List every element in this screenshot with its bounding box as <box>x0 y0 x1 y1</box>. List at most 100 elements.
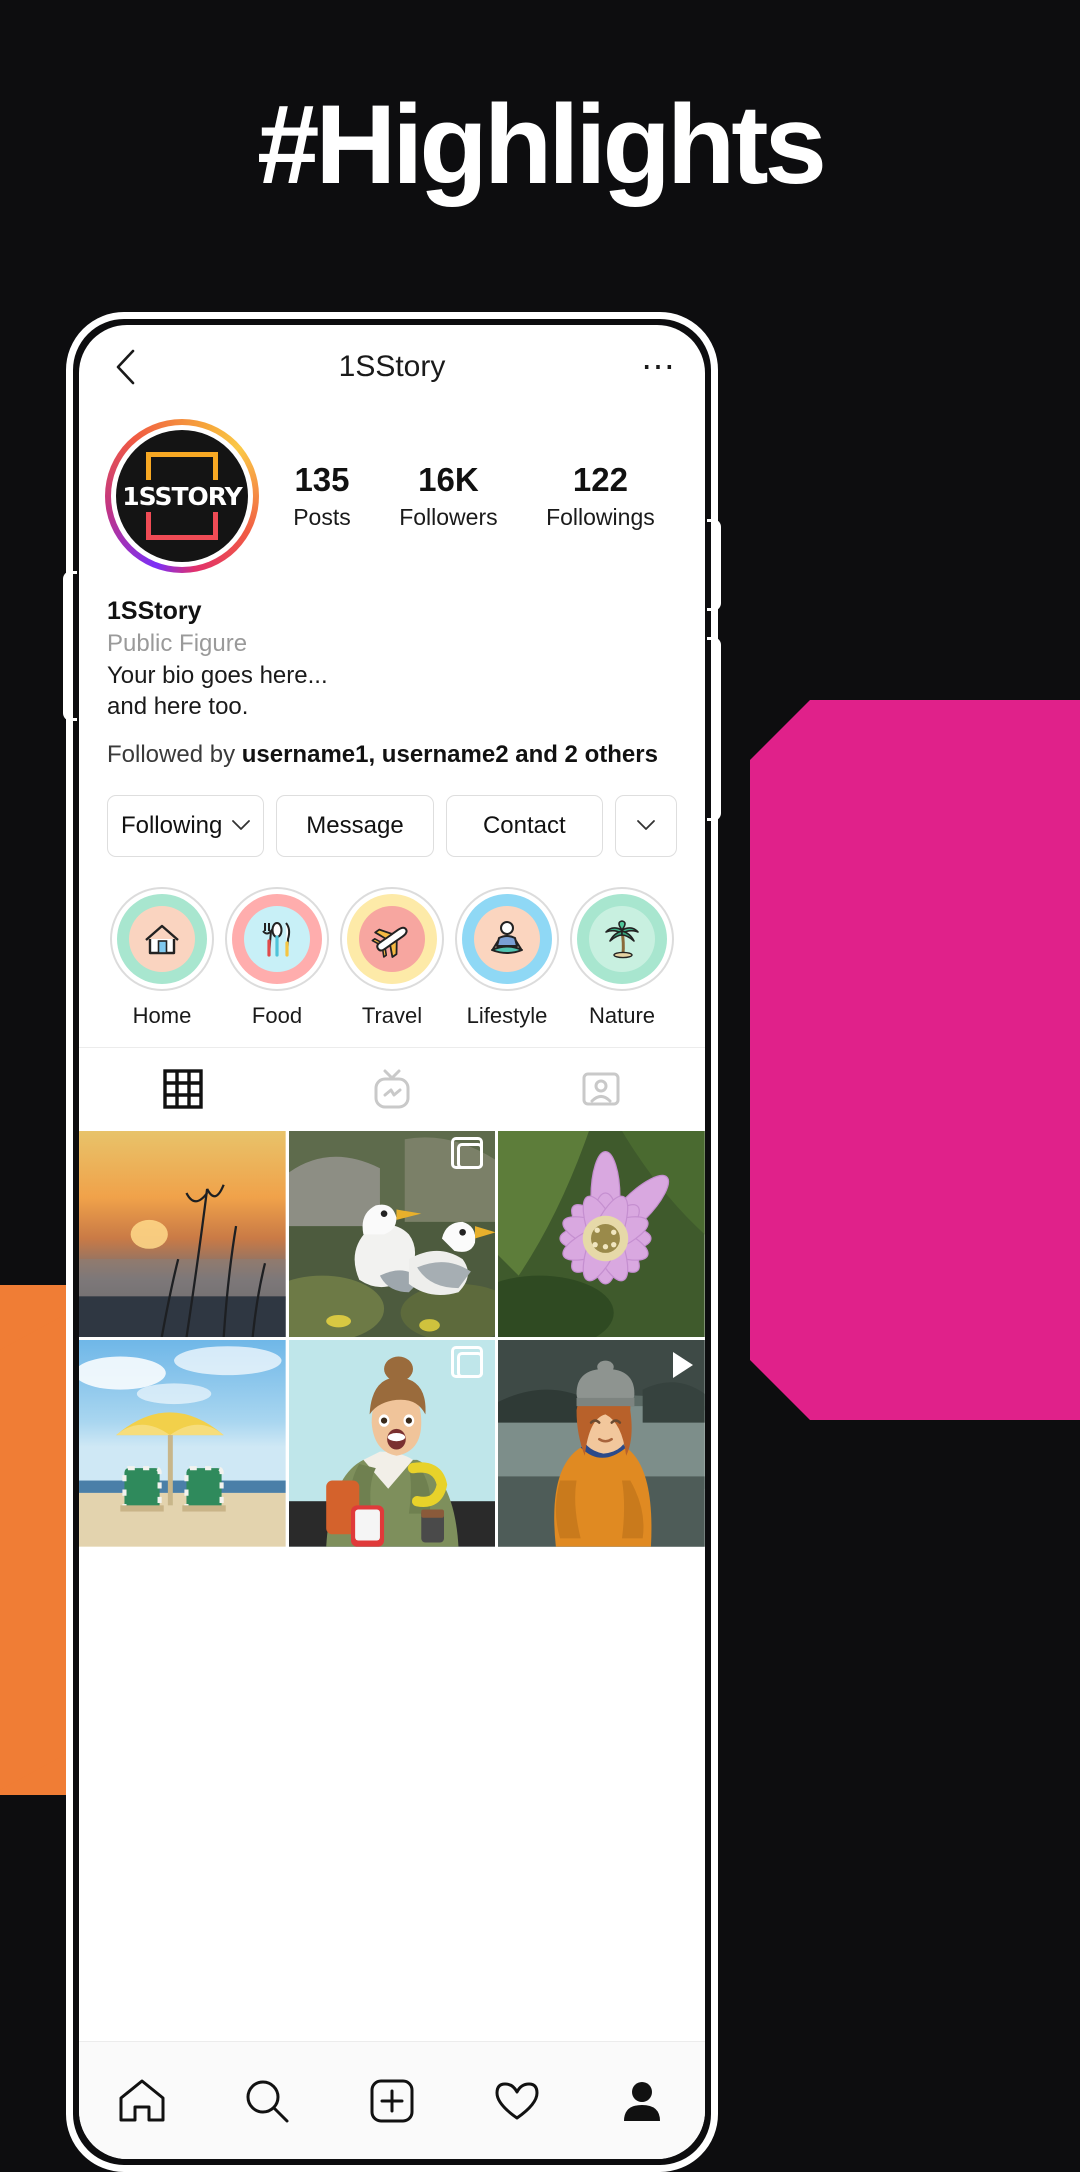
message-button-label: Message <box>306 811 404 839</box>
followed-by: Followed by username1, username2 and 2 o… <box>107 739 677 771</box>
play-video-icon <box>673 1352 693 1379</box>
logo-bracket-top <box>146 452 218 480</box>
stat-posts[interactable]: 135 Posts <box>293 461 351 531</box>
phone-screen: 1SStory ⋯ 1SSTORY 135 Posts 16K Follower… <box>79 325 705 2159</box>
bottom-navigation <box>79 2041 705 2159</box>
phone-side-button <box>707 637 721 821</box>
search-nav[interactable] <box>204 2075 329 2127</box>
stat-followings[interactable]: 122 Followings <box>546 461 655 531</box>
stat-followings-label: Followings <box>546 504 655 530</box>
woman-phone-photo[interactable] <box>288 1340 496 1548</box>
app-header: 1SStory ⋯ <box>79 325 705 409</box>
home-nav[interactable] <box>79 2075 204 2127</box>
purple-flower-photo[interactable] <box>498 1130 705 1338</box>
logo-bracket-bottom <box>146 512 218 540</box>
highlight-food[interactable]: Food <box>220 886 334 1029</box>
profile-category: Public Figure <box>107 630 248 657</box>
igtv-tab[interactable] <box>288 1067 497 1111</box>
highlight-ring <box>570 886 674 991</box>
profile-nav[interactable] <box>580 2075 705 2127</box>
stat-posts-value: 135 <box>294 461 350 498</box>
heart-icon <box>495 2082 539 2119</box>
highlight-outer <box>232 893 322 984</box>
profile-tabs <box>79 1046 705 1131</box>
message-button[interactable]: Message <box>276 794 434 857</box>
add-nav[interactable] <box>329 2075 454 2127</box>
home-icon <box>119 2079 165 2121</box>
highlight-lifestyle[interactable]: Lifestyle <box>450 886 564 1029</box>
profile-display-name: 1SStory <box>107 597 202 625</box>
profile-header: 1SSTORY 135 Posts 16K Followers 122 Foll… <box>79 409 705 573</box>
person-icon <box>624 2081 661 2121</box>
highlight-home[interactable]: Home <box>105 886 219 1029</box>
plus-box-icon <box>370 2079 414 2122</box>
following-button[interactable]: Following <box>107 794 265 857</box>
page-title: #Highlights <box>257 82 827 207</box>
app-title: 1SStory <box>338 350 446 383</box>
bio-line-1: Your bio goes here... <box>107 661 328 689</box>
stat-followings-value: 122 <box>572 461 628 498</box>
seagulls-photo[interactable] <box>288 1130 496 1338</box>
cutlery-icon <box>244 905 310 972</box>
phone-power-button <box>707 519 721 611</box>
profile-bio: 1SStory Public Figure Your bio goes here… <box>79 573 705 771</box>
highlight-outer <box>117 893 207 984</box>
highlight-label: Lifestyle <box>466 1002 548 1028</box>
multi-photo-icon <box>451 1136 484 1169</box>
igtv-icon <box>374 1069 410 1109</box>
highlight-ring <box>340 886 444 991</box>
highlight-label: Nature <box>588 1002 656 1028</box>
chevron-left-icon[interactable] <box>107 349 143 385</box>
grid-tab[interactable] <box>79 1067 288 1111</box>
meditation-icon <box>474 905 540 972</box>
profile-stats: 135 Posts 16K Followers 122 Followings <box>259 461 679 531</box>
stat-followers[interactable]: 16K Followers <box>399 461 497 531</box>
activity-nav[interactable] <box>455 2075 580 2127</box>
highlight-label: Food <box>251 1002 303 1028</box>
contact-button-label: Contact <box>482 811 566 839</box>
sunset-reeds-photo[interactable] <box>79 1130 286 1338</box>
highlight-outer <box>462 893 552 984</box>
multi-photo-icon <box>451 1346 484 1379</box>
airplane-icon <box>359 905 425 972</box>
contact-button[interactable]: Contact <box>445 794 603 857</box>
highlight-nature[interactable]: Nature <box>565 886 679 1029</box>
stat-followers-value: 16K <box>418 461 479 498</box>
avatar-story-ring[interactable]: 1SSTORY <box>105 419 259 573</box>
avatar[interactable]: 1SSTORY <box>116 430 248 562</box>
highlight-ring <box>455 886 559 991</box>
beach-umbrella-photo[interactable] <box>79 1340 286 1548</box>
stat-followers-label: Followers <box>399 504 498 530</box>
avatar-gap: 1SSTORY <box>111 425 253 567</box>
phone-mockup: 1SStory ⋯ 1SSTORY 135 Posts 16K Follower… <box>63 312 721 2172</box>
highlight-ring <box>110 886 214 991</box>
followed-by-prefix: Followed by <box>107 741 242 769</box>
photo-art <box>498 1130 705 1338</box>
palm-tree-icon <box>589 905 655 972</box>
highlight-label: Home <box>132 1002 192 1028</box>
following-button-label: Following <box>120 811 223 839</box>
photo-art <box>79 1130 286 1338</box>
bio-line-2: and here too. <box>107 693 249 721</box>
chevron-down-icon <box>232 815 251 837</box>
grid-icon <box>163 1069 204 1109</box>
more-actions-button[interactable] <box>614 794 677 857</box>
chevron-down-icon <box>636 815 656 837</box>
profile-actions: Following Message Contact <box>79 771 705 857</box>
tagged-icon <box>582 1072 620 1106</box>
highlight-outer <box>347 893 437 984</box>
pink-accent-shape <box>750 700 1080 1420</box>
more-options-icon[interactable]: ⋯ <box>641 349 677 384</box>
highlight-travel[interactable]: Travel <box>335 886 449 1029</box>
highlight-outer <box>577 893 667 984</box>
highlight-label: Travel <box>361 1002 423 1028</box>
phone-volume-button <box>63 571 77 721</box>
story-highlights: Home Food Travel Lifestyle Nature <box>79 857 705 1047</box>
post-grid <box>79 1130 705 1548</box>
highlight-ring <box>225 886 329 991</box>
photo-art <box>79 1340 286 1548</box>
tagged-tab[interactable] <box>496 1067 705 1111</box>
woman-lake-photo[interactable] <box>498 1340 705 1548</box>
avatar-logo-text: 1SSTORY <box>122 481 243 511</box>
followed-by-names[interactable]: username1, username2 and 2 others <box>242 741 658 768</box>
